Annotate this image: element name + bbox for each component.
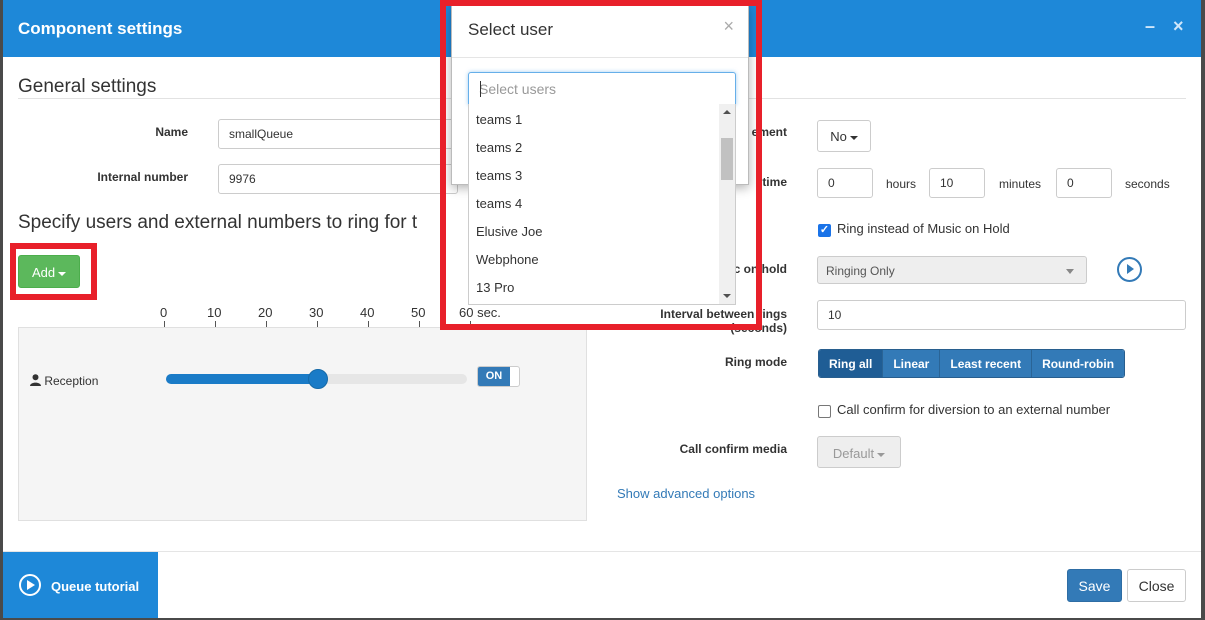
minutes-label: minutes (999, 177, 1042, 191)
hours-input[interactable]: 0 (817, 168, 873, 198)
highlight-add-button (10, 243, 97, 300)
play-icon[interactable] (1117, 257, 1142, 282)
ring-mode-linear[interactable]: Linear (882, 350, 940, 377)
name-label: Name (155, 125, 188, 139)
member-name: Reception (44, 374, 99, 388)
queue-tutorial-label: Queue tutorial (51, 579, 140, 594)
call-confirm-media-label: Call confirm media (679, 442, 787, 456)
close-window-button[interactable]: × (1173, 16, 1184, 37)
scale-label: 20 (258, 305, 273, 320)
chevron-down-icon (1066, 269, 1074, 274)
ring-time-slider-fill (166, 374, 318, 384)
caret-down-icon (877, 452, 886, 457)
user-icon (30, 374, 41, 386)
ring-time-slider-handle[interactable] (308, 369, 328, 389)
hours-label: hours (886, 177, 917, 191)
ring-mode-round-robin[interactable]: Round-robin (1031, 350, 1125, 377)
play-circle-icon (19, 574, 41, 596)
call-confirm-label: Call confirm for diversion to an externa… (837, 402, 1111, 417)
queue-tutorial-button[interactable]: Queue tutorial (3, 552, 158, 618)
minimize-button[interactable]: – (1145, 16, 1155, 37)
scale-label: 40 (360, 305, 375, 320)
ring-instead-label: Ring instead of Music on Hold (837, 221, 1010, 236)
scale-label: 10 (207, 305, 222, 320)
scale-label: 50 (411, 305, 426, 320)
ring-mode-ring-all[interactable]: Ring all (819, 350, 883, 377)
call-confirm-checkbox[interactable] (818, 405, 831, 418)
scale-label: 0 (160, 305, 168, 320)
seconds-input[interactable]: 0 (1056, 168, 1112, 198)
announcement-dropdown[interactable]: No (817, 120, 871, 152)
ring-instead-checkbox[interactable]: ✓ (818, 224, 831, 237)
music-on-hold-value: Ringing Only (826, 264, 895, 278)
specify-users-heading: Specify users and external numbers to ri… (18, 212, 418, 233)
ring-mode-group: Ring all Linear Least recent Round-robin (818, 349, 1126, 378)
show-advanced-options-link[interactable]: Show advanced options (617, 486, 755, 501)
member-row: Reception (30, 374, 98, 388)
announcement-value: No (830, 129, 847, 144)
ring-mode-least-recent[interactable]: Least recent (939, 350, 1032, 377)
general-settings-heading: General settings (18, 76, 157, 97)
internal-number-input[interactable]: 9976 (218, 164, 458, 194)
internal-number-label: Internal number (97, 170, 188, 184)
scale-label: 30 (309, 305, 324, 320)
toggle-on-label: ON (478, 367, 510, 386)
footer-divider (3, 551, 1201, 552)
window-title: Component settings (18, 19, 183, 38)
interval-input[interactable]: 10 (817, 300, 1186, 330)
music-on-hold-select[interactable]: Ringing Only (817, 256, 1087, 284)
save-button[interactable]: Save (1067, 569, 1122, 602)
ring-members-panel (18, 327, 587, 521)
minutes-input[interactable]: 10 (929, 168, 985, 198)
call-confirm-media-value: Default (832, 446, 875, 461)
close-button[interactable]: Close (1127, 569, 1186, 602)
highlight-select-user (440, 0, 762, 330)
member-toggle[interactable]: ON (477, 366, 520, 387)
seconds-label: seconds (1125, 177, 1170, 191)
caret-down-icon (849, 135, 858, 140)
name-input[interactable]: smallQueue (218, 119, 458, 149)
ring-mode-label: Ring mode (725, 355, 787, 369)
call-confirm-media-dropdown[interactable]: Default (817, 436, 901, 468)
